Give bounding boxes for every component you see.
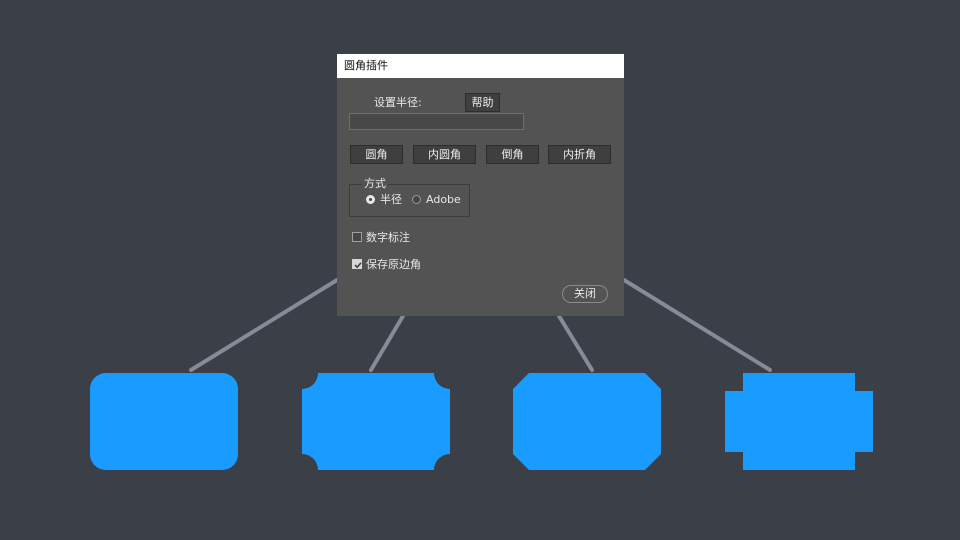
inner-fold-corner-button[interactable]: 内折角 xyxy=(548,145,611,164)
adobe-mode-label[interactable]: Adobe xyxy=(426,193,461,207)
connector-round xyxy=(189,278,339,372)
shape-chamfer-corner xyxy=(513,373,661,470)
number-annotation-checkbox[interactable] xyxy=(352,232,362,242)
close-button[interactable]: 关闭 xyxy=(562,285,608,303)
radius-mode-radio[interactable] xyxy=(366,195,375,204)
dialog-title[interactable]: 圆角插件 xyxy=(337,54,624,78)
number-annotation-label[interactable]: 数字标注 xyxy=(366,231,410,245)
round-corner-plugin-dialog: 圆角插件 设置半径: 帮助 圆角 内圆角 倒角 内折角 方式 半径 Adobe … xyxy=(337,54,624,316)
shape-inner-fold-corner xyxy=(725,373,873,470)
inner-round-corner-button[interactable]: 内圆角 xyxy=(413,145,476,164)
radius-mode-label[interactable]: 半径 xyxy=(380,193,402,207)
keep-original-corner-label[interactable]: 保存原边角 xyxy=(366,258,421,272)
mode-legend: 方式 xyxy=(362,177,388,191)
connector-chamfer xyxy=(557,314,594,372)
help-button[interactable]: 帮助 xyxy=(465,93,500,112)
connector-inner-round xyxy=(369,314,405,372)
radius-label: 设置半径: xyxy=(374,96,422,109)
checkmark-icon xyxy=(354,262,362,269)
radius-input[interactable] xyxy=(349,113,524,130)
adobe-mode-radio[interactable] xyxy=(412,195,421,204)
shape-round-corner xyxy=(90,373,238,470)
shape-inner-round-corner xyxy=(302,373,450,470)
round-corner-button[interactable]: 圆角 xyxy=(350,145,403,164)
connector-inner-fold xyxy=(622,278,772,372)
chamfer-button[interactable]: 倒角 xyxy=(486,145,539,164)
keep-original-corner-checkbox[interactable] xyxy=(352,259,362,269)
